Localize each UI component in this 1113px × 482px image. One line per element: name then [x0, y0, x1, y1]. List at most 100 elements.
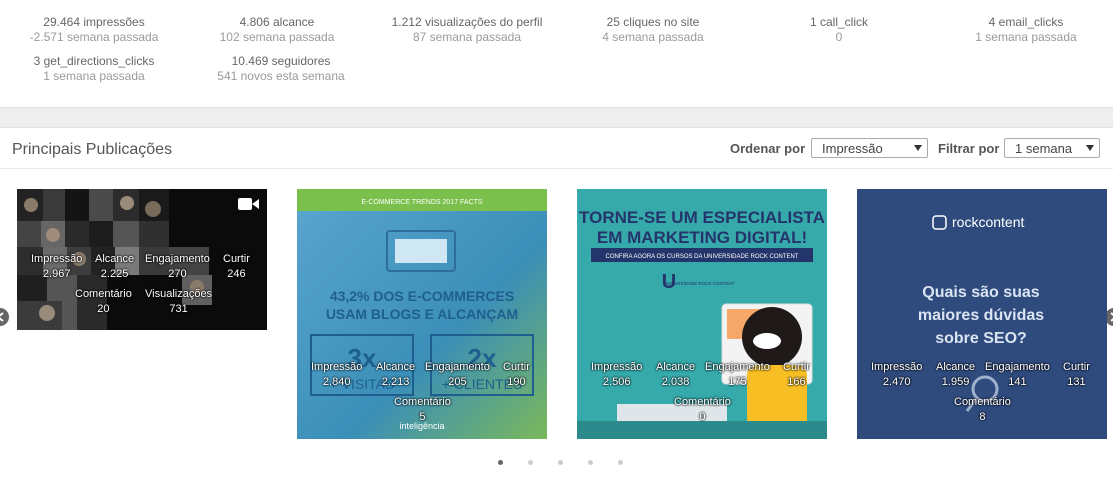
svg-text:USAM BLOGS E ALCANÇAM: USAM BLOGS E ALCANÇAM — [326, 306, 518, 322]
metric-impressions: Impressão 2.506 — [591, 360, 642, 390]
metric-value: 2.038 — [661, 376, 690, 388]
metric-comments: Comentário 0 — [674, 395, 731, 425]
metric-likes: Curtir 246 — [223, 252, 250, 282]
post-card[interactable]: TORNE-SE UM ESPECIALISTA EM MARKETING DI… — [577, 189, 827, 439]
pagination-dot-3[interactable] — [558, 460, 563, 465]
dropdown-arrow-icon — [914, 145, 922, 151]
metric-value: 270 — [168, 268, 187, 280]
svg-text:43,2% DOS E-COMMERCES: 43,2% DOS E-COMMERCES — [330, 288, 514, 304]
svg-text:CONFIRA AGORA OS CURSOS DA UNI: CONFIRA AGORA OS CURSOS DA UNIVERSIDADE … — [605, 254, 798, 260]
metric-label: Alcance — [936, 361, 976, 373]
metric-label: Comentário — [674, 396, 731, 408]
stat-value: 29.464 impressões — [43, 15, 145, 29]
metric-impressions: Impressão 2.840 — [311, 360, 362, 390]
stat-followers: 10.469 seguidores 541 novos esta semana — [191, 54, 371, 84]
svg-text:UNIVERSIDADE ROCK CONTENT: UNIVERSIDADE ROCK CONTENT — [663, 281, 734, 286]
order-by-select[interactable]: Impressão — [811, 138, 928, 158]
section-divider — [0, 107, 1113, 128]
metric-value: 175 — [728, 376, 747, 388]
post-card[interactable]: rockcontent Quais são suas maiores dúvid… — [857, 189, 1107, 439]
svg-text:maiores dúvidas: maiores dúvidas — [918, 307, 1044, 324]
metric-value: 0 — [699, 411, 706, 423]
stat-website-clicks: 25 cliques no site 4 semana passada — [563, 15, 743, 45]
metric-label: Engajamento — [705, 361, 770, 373]
metric-impressions: Impressão 2.967 — [31, 252, 82, 282]
metric-value: 131 — [1067, 376, 1086, 388]
metric-value: 205 — [448, 376, 467, 388]
pagination-dot-4[interactable] — [588, 460, 593, 465]
metric-engagement: Engajamento 141 — [985, 360, 1050, 390]
stat-value: 25 cliques no site — [606, 15, 700, 29]
stat-sub: 102 semana passada — [219, 30, 335, 44]
stat-profile-views: 1.212 visualizações do perfil 87 semana … — [367, 15, 567, 45]
metric-value: 2.840 — [322, 376, 351, 388]
metric-label: Visualizações — [145, 288, 213, 300]
carousel-prev-button[interactable] — [0, 308, 9, 326]
metric-reach: Alcance 2.213 — [376, 360, 415, 390]
metric-label: Curtir — [783, 361, 810, 373]
stats-summary: 29.464 impressões -2.571 semana passada … — [0, 0, 1113, 107]
metric-likes: Curtir 131 — [1063, 360, 1090, 390]
metric-label: Impressão — [311, 361, 363, 373]
metric-value: 20 — [97, 303, 110, 315]
svg-text:rockcontent: rockcontent — [952, 214, 1024, 230]
metric-label: Engajamento — [145, 253, 210, 265]
order-by-label: Ordenar por — [730, 141, 806, 156]
metric-label: Comentário — [954, 396, 1011, 408]
stat-sub: 541 novos esta semana — [217, 69, 345, 83]
metric-value: 5 — [419, 411, 426, 423]
svg-text:E-COMMERCE TRENDS 2017 FACTS: E-COMMERCE TRENDS 2017 FACTS — [361, 199, 483, 206]
metric-engagement: Engajamento 205 — [425, 360, 490, 390]
metric-label: Impressão — [591, 361, 643, 373]
metric-engagement: Engajamento 175 — [705, 360, 770, 390]
filter-by-select[interactable]: 1 semana — [1004, 138, 1100, 158]
metric-label: Impressão — [871, 361, 923, 373]
svg-text:EM MARKETING DIGITAL!: EM MARKETING DIGITAL! — [597, 228, 807, 247]
metric-label: Alcance — [656, 361, 696, 373]
metric-label: Engajamento — [425, 361, 490, 373]
stat-sub: 4 semana passada — [602, 30, 704, 44]
chevron-left-icon — [0, 312, 4, 322]
metric-impressions: Impressão 2.470 — [871, 360, 922, 390]
stat-value: 1 call_click — [809, 15, 869, 29]
metric-value: 2.967 — [42, 268, 71, 280]
stat-value: 3 get_directions_clicks — [33, 54, 155, 68]
pagination-dot-2[interactable] — [528, 460, 533, 465]
metric-comments: Comentário 20 — [75, 287, 132, 317]
metric-value: 190 — [507, 376, 526, 388]
stat-sub: 0 — [835, 30, 843, 44]
metric-label: Alcance — [376, 361, 416, 373]
stat-directions-clicks: 3 get_directions_clicks 1 semana passada — [4, 54, 184, 84]
post-card[interactable]: Impressão 2.967 Alcance 2.225 Engajamento 2… — [17, 189, 267, 330]
svg-text:TORNE-SE UM ESPECIALISTA: TORNE-SE UM ESPECIALISTA — [579, 208, 825, 227]
section-title: Principais Publicações — [12, 141, 173, 158]
metric-value: 731 — [169, 303, 188, 315]
post-card[interactable]: E-COMMERCE TRENDS 2017 FACTS 43,2% DOS E… — [297, 189, 547, 439]
stat-sub: 87 semana passada — [412, 30, 522, 44]
dropdown-arrow-icon — [1086, 145, 1094, 151]
metric-label: Engajamento — [985, 361, 1050, 373]
metric-value: 8 — [979, 411, 986, 423]
pagination-dot-1[interactable] — [498, 460, 503, 465]
video-camera-icon — [238, 198, 259, 210]
svg-text:sobre SEO?: sobre SEO? — [935, 330, 1027, 347]
order-by-value: Impressão — [822, 141, 883, 156]
filter-by-value: 1 semana — [1015, 141, 1073, 156]
metric-value: 166 — [787, 376, 806, 388]
metric-value: 2.470 — [882, 376, 911, 388]
stat-value: 10.469 seguidores — [231, 54, 331, 68]
carousel-pagination — [0, 460, 1113, 468]
stat-value: 4.806 alcance — [239, 15, 315, 29]
metric-value: 141 — [1008, 376, 1027, 388]
metric-likes: Curtir 166 — [783, 360, 810, 390]
stat-sub: 1 semana passada — [975, 30, 1077, 44]
metric-value: 2.213 — [381, 376, 410, 388]
stat-email-clicks: 4 email_clicks 1 semana passada — [936, 15, 1113, 45]
svg-text:Quais são suas: Quais são suas — [922, 284, 1039, 301]
pagination-dot-5[interactable] — [618, 460, 623, 465]
metric-label: Curtir — [1063, 361, 1090, 373]
metric-value: 2.225 — [100, 268, 129, 280]
metric-value: 1.959 — [941, 376, 970, 388]
metric-label: Comentário — [75, 288, 132, 300]
metric-label: Comentário — [394, 396, 451, 408]
